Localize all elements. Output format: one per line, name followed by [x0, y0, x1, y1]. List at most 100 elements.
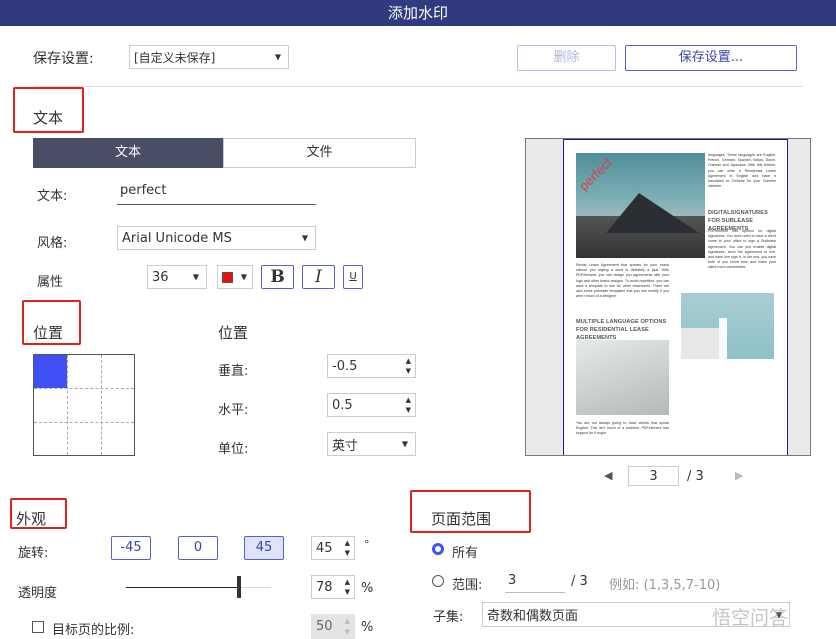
- watermark-logo: 悟空问答: [712, 607, 789, 629]
- horizontal-stepper[interactable]: 0.5 ▲ ▼: [327, 393, 416, 417]
- section-title-position: 位置: [33, 324, 64, 342]
- scale-stepper[interactable]: 50 ▲ ▼: [311, 614, 355, 639]
- arrow-down-icon[interactable]: ▼: [406, 406, 411, 414]
- save-settings-select[interactable]: [自定义未保存] ▼: [129, 45, 289, 69]
- font-select[interactable]: Arial Unicode MS ▼: [117, 226, 316, 250]
- font-size-select[interactable]: 36 ▼: [147, 265, 207, 289]
- rotation-stepper[interactable]: 45 ▲ ▼: [311, 536, 355, 560]
- section-title-text: 文本: [33, 109, 64, 127]
- delete-button[interactable]: 删除: [517, 45, 616, 71]
- unit-select[interactable]: 英寸 ▼: [327, 432, 416, 456]
- grid-line: [34, 422, 134, 423]
- horizontal-value: 0.5: [332, 397, 353, 413]
- radio-all-label: 所有: [452, 546, 479, 561]
- save-settings-button[interactable]: 保存设置...: [625, 45, 797, 71]
- bold-button[interactable]: B: [261, 265, 294, 289]
- preview-image-house: perfect: [576, 153, 705, 258]
- grid-line: [34, 388, 134, 389]
- house-roof: [606, 193, 699, 233]
- rotate-0-button[interactable]: 0: [178, 536, 218, 560]
- color-picker[interactable]: ▼: [217, 265, 253, 289]
- radio-all[interactable]: [432, 543, 444, 555]
- rotation-value: 45: [316, 540, 333, 556]
- prev-page-button[interactable]: ◀: [604, 469, 612, 482]
- building-shape: [719, 318, 727, 359]
- arrow-up-icon[interactable]: ▲: [406, 396, 411, 404]
- preview-image-stairs: [576, 340, 669, 415]
- preview-paragraph: PDFelement has options for digital signa…: [708, 229, 776, 270]
- unit-value: 英寸: [332, 438, 359, 454]
- chevron-down-icon: ▼: [401, 439, 408, 449]
- opacity-slider[interactable]: [126, 576, 271, 598]
- watermark-preview: perfect: [576, 154, 615, 194]
- degree-unit: °: [364, 538, 370, 551]
- position-cell-top-left[interactable]: [34, 355, 67, 388]
- page-number-input[interactable]: 3: [628, 466, 679, 486]
- chevron-down-icon: ▼: [274, 52, 281, 62]
- opacity-value: 78: [316, 579, 333, 595]
- chevron-down-icon: ▼: [301, 233, 308, 243]
- preview-page: perfect languages. These languages are E…: [563, 139, 788, 455]
- vertical-stepper[interactable]: -0.5 ▲ ▼: [327, 354, 416, 378]
- scale-label: 目标页的比例:: [52, 623, 135, 638]
- arrow-up-icon[interactable]: ▲: [406, 357, 411, 365]
- rotate-45-button[interactable]: 45: [244, 536, 284, 560]
- radio-range-label: 范围:: [452, 578, 483, 593]
- color-swatch: [222, 271, 233, 283]
- position-grid[interactable]: [33, 354, 135, 456]
- vertical-value: -0.5: [332, 358, 358, 374]
- opacity-slider-handle[interactable]: [237, 576, 241, 598]
- percent-unit: %: [361, 581, 374, 596]
- save-settings-label: 保存设置:: [33, 51, 94, 67]
- rotate-minus45-button[interactable]: -45: [111, 536, 151, 560]
- range-total: / 3: [571, 574, 588, 589]
- arrow-down-icon[interactable]: ▼: [345, 628, 350, 636]
- range-example: 例如: (1,3,5,7-10): [609, 578, 721, 593]
- scale-checkbox[interactable]: [32, 621, 44, 633]
- arrow-up-icon[interactable]: ▲: [345, 539, 350, 547]
- attributes-label: 属性: [37, 275, 64, 290]
- next-page-button[interactable]: ▶: [735, 469, 743, 482]
- opacity-slider-fill: [126, 587, 239, 588]
- preview-panel: perfect languages. These languages are E…: [525, 138, 811, 456]
- tab-text[interactable]: 文本: [33, 138, 223, 168]
- window-title: 添加水印: [0, 0, 836, 26]
- subset-value: 奇数和偶数页面: [487, 609, 579, 624]
- preview-paragraph: languages. These languages are English, …: [708, 153, 776, 189]
- vertical-label: 垂直:: [218, 364, 249, 379]
- total-pages: / 3: [687, 469, 704, 484]
- building-shape: [681, 328, 721, 359]
- arrow-down-icon[interactable]: ▼: [345, 549, 350, 557]
- section-title-appearance: 外观: [16, 510, 47, 528]
- arrow-down-icon[interactable]: ▼: [406, 367, 411, 375]
- preview-heading: MULTIPLE LANGUAGE OPTIONS FOR RESIDENTIA…: [576, 319, 667, 341]
- horizontal-label: 水平:: [218, 403, 249, 418]
- arrow-up-icon[interactable]: ▲: [345, 578, 350, 586]
- preview-paragraph: Rental Lease Agreement that speaks for y…: [576, 263, 669, 299]
- opacity-stepper[interactable]: 78 ▲ ▼: [311, 575, 355, 599]
- font-size-value: 36: [152, 269, 169, 285]
- range-input[interactable]: 3: [505, 573, 565, 593]
- arrow-up-icon[interactable]: ▲: [345, 617, 350, 625]
- radio-range[interactable]: [432, 575, 444, 587]
- tab-file[interactable]: 文件: [223, 138, 416, 168]
- font-value: Arial Unicode MS: [122, 230, 232, 246]
- grid-line: [101, 355, 102, 455]
- unit-label: 单位:: [218, 442, 249, 457]
- arrow-down-icon[interactable]: ▼: [345, 588, 350, 596]
- underline-button[interactable]: U: [343, 265, 363, 289]
- save-settings-value: [自定义未保存]: [134, 50, 216, 65]
- italic-button[interactable]: I: [302, 265, 335, 289]
- opacity-label: 透明度: [18, 586, 58, 601]
- rotation-label: 旋转:: [18, 546, 49, 561]
- scale-value: 50: [316, 619, 333, 634]
- grid-line: [67, 355, 68, 455]
- text-label: 文本:: [37, 189, 68, 204]
- style-label: 风格:: [37, 236, 68, 251]
- chevron-down-icon: ▼: [240, 272, 247, 282]
- preview-paragraph: You are not always going to have clients…: [576, 421, 669, 436]
- chevron-down-icon: ▼: [192, 272, 199, 282]
- preview-image-building: [681, 293, 774, 359]
- text-input[interactable]: perfect: [117, 183, 316, 205]
- percent-unit: %: [361, 620, 374, 635]
